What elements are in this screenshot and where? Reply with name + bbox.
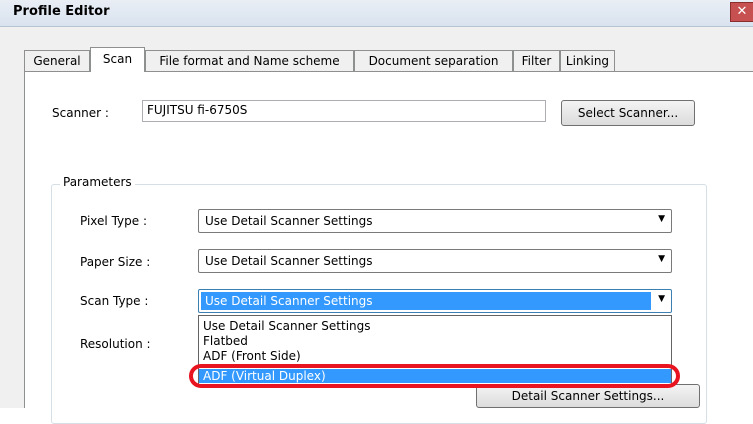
window-title: Profile Editor [13,4,110,19]
chevron-down-icon: ▼ [658,214,665,224]
scanner-name-field[interactable]: FUJITSU fi-6750S [142,100,546,122]
tab-filter[interactable]: Filter [513,50,560,71]
tab-linking[interactable]: Linking [560,50,615,71]
profile-editor-window: Profile Editor ✕ General Scan File forma… [0,0,753,424]
select-scanner-button[interactable]: Select Scanner... [561,100,695,126]
parameters-group-label: Parameters [60,175,135,189]
pixel-type-select[interactable]: Use Detail Scanner Settings ▼ [198,209,672,233]
highlight-annotation [189,364,680,388]
close-button[interactable]: ✕ [730,2,753,22]
scan-type-value: Use Detail Scanner Settings [201,292,651,310]
dropdown-option[interactable]: ADF (Front Side) [199,349,671,363]
chevron-down-icon: ▼ [658,294,665,304]
paper-size-label: Paper Size : [80,255,151,269]
pixel-type-label: Pixel Type : [80,214,147,228]
tab-file-format[interactable]: File format and Name scheme [145,50,354,71]
scan-type-select[interactable]: Use Detail Scanner Settings ▼ [198,289,672,313]
resolution-label: Resolution : [80,337,151,351]
scan-type-label: Scan Type : [80,294,149,308]
title-bar: Profile Editor ✕ [0,0,753,27]
paper-size-select[interactable]: Use Detail Scanner Settings ▼ [198,249,672,273]
dropdown-option[interactable]: Flatbed [199,334,671,348]
tab-document-separation[interactable]: Document separation [354,50,513,71]
scanner-name-value: FUJITSU fi-6750S [147,103,248,117]
tab-scan[interactable]: Scan [90,47,145,72]
close-icon: ✕ [736,4,748,19]
chevron-down-icon: ▼ [658,254,665,264]
dropdown-option[interactable]: Use Detail Scanner Settings [199,319,671,333]
paper-size-value: Use Detail Scanner Settings [205,254,373,268]
tab-general[interactable]: General [24,50,90,71]
pixel-type-value: Use Detail Scanner Settings [205,214,373,228]
scanner-label: Scanner : [52,106,109,120]
